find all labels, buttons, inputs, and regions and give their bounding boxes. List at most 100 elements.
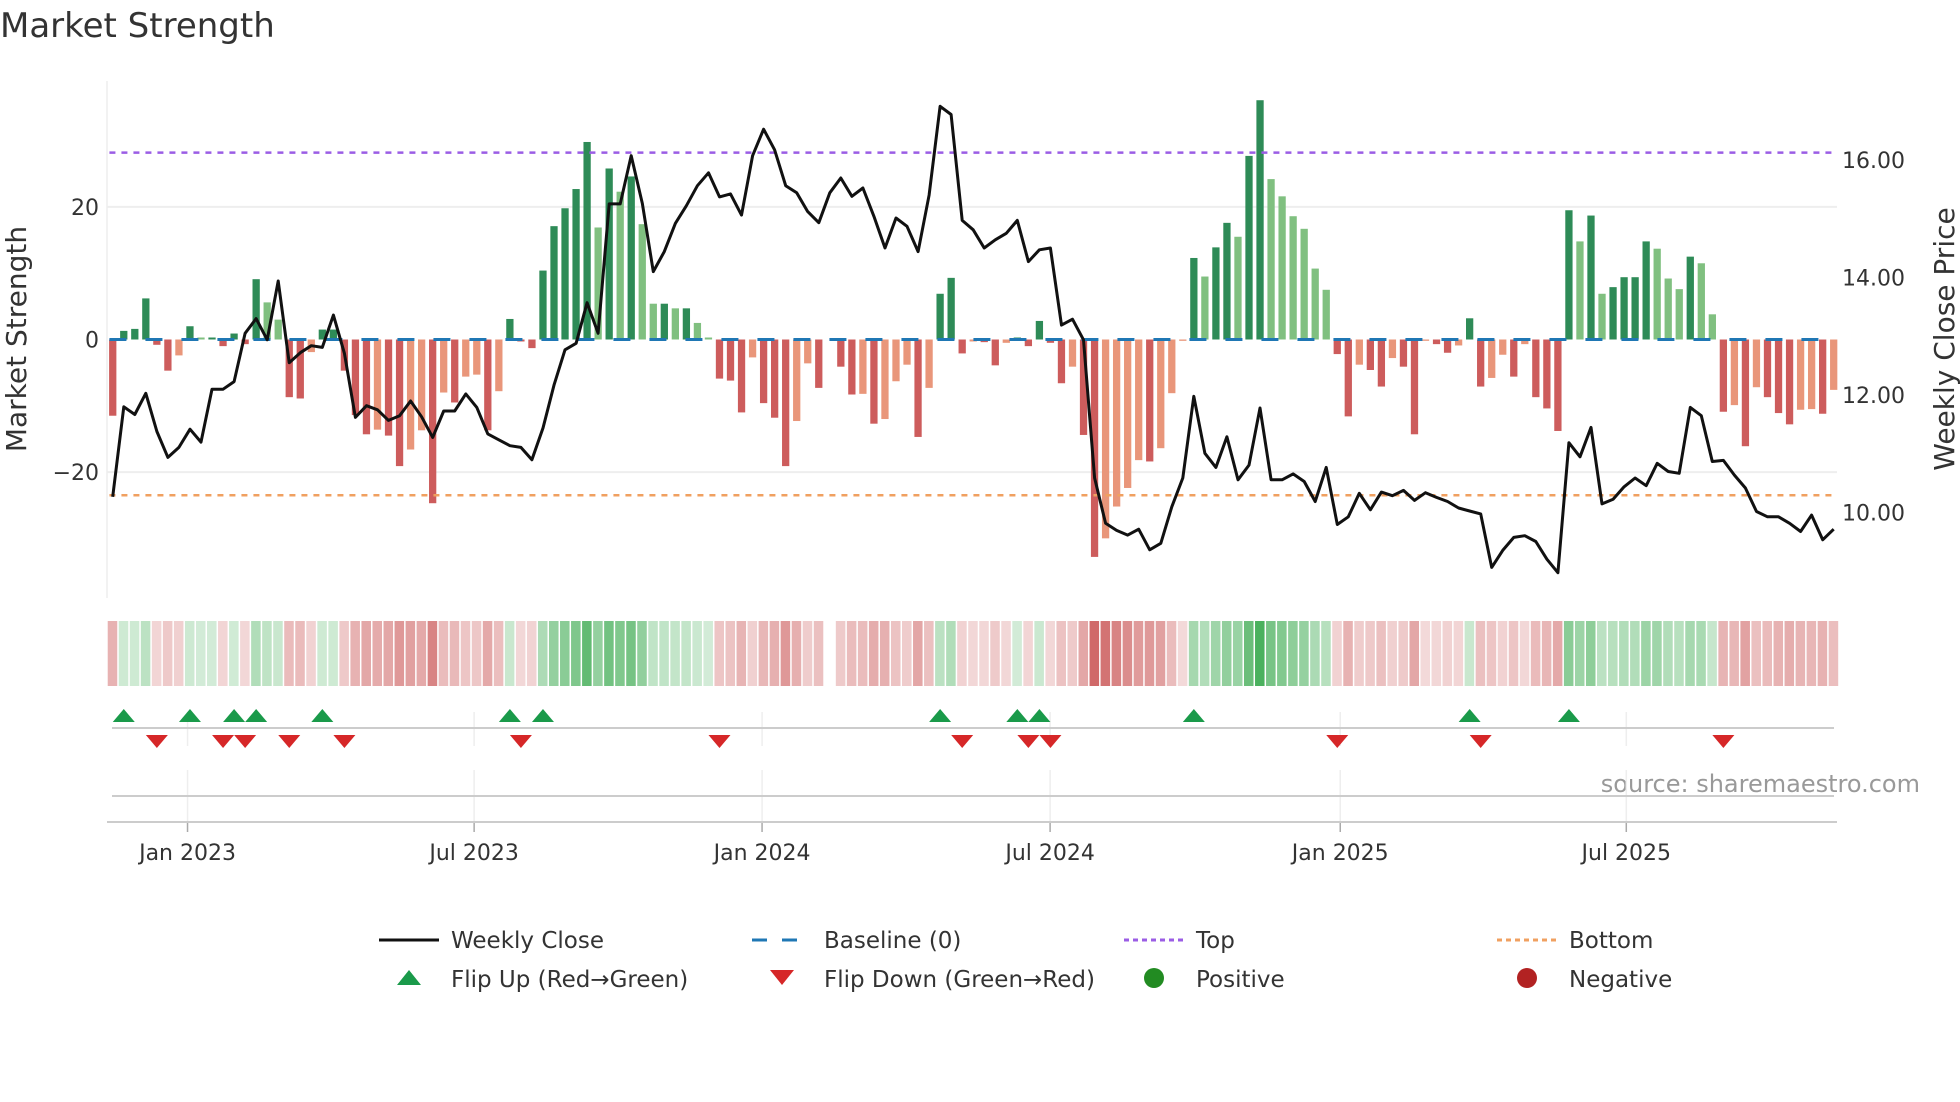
- flip-down-marker: [212, 735, 235, 748]
- strength-bar-negative: [1819, 339, 1827, 414]
- heat-cell-negative: [769, 621, 780, 686]
- heat-cell-negative: [1541, 621, 1552, 686]
- strength-bar-negative: [837, 339, 845, 367]
- strength-bar-negative: [782, 339, 790, 467]
- heat-cell-negative: [1740, 621, 1750, 686]
- heat-cell-negative: [1475, 621, 1486, 686]
- strength-bar-positive: [1686, 256, 1694, 340]
- flip-down-marker: [509, 735, 532, 748]
- strength-bar-positive: [660, 303, 668, 340]
- strength-bar-negative: [473, 339, 481, 375]
- heat-cell-positive: [1619, 621, 1629, 686]
- flip-down-marker: [278, 735, 301, 748]
- heat-cell-positive: [548, 621, 559, 686]
- heat-cell-positive: [1641, 621, 1651, 686]
- heat-cell-negative: [1343, 621, 1353, 686]
- x-tick-label: Jan 2023: [137, 841, 236, 866]
- heat-cell-negative: [460, 621, 471, 686]
- heat-cell-positive: [1310, 621, 1320, 686]
- heat-cell-positive: [251, 621, 261, 686]
- strength-bar-positive: [142, 298, 150, 340]
- heat-cell-positive: [262, 621, 272, 686]
- strength-bar-negative: [1477, 339, 1485, 387]
- strength-bar-positive: [506, 318, 514, 340]
- strength-bar-negative: [362, 339, 371, 435]
- heat-cell-negative: [1828, 621, 1839, 686]
- heat-cell-negative: [1784, 621, 1795, 686]
- strength-bar-negative: [1157, 339, 1165, 449]
- heat-cell-negative: [924, 621, 934, 686]
- strength-bar-positive: [1300, 228, 1308, 340]
- heat-cell-negative: [902, 621, 912, 686]
- flip-up-marker: [1458, 709, 1481, 722]
- heat-cell-positive: [273, 621, 283, 686]
- heat-cell-negative: [1089, 621, 1100, 686]
- strength-bar-positive: [693, 322, 702, 340]
- strength-bar-positive: [1576, 241, 1584, 340]
- heat-cell-negative: [438, 621, 449, 686]
- strength-bar-positive: [1587, 215, 1595, 340]
- heat-cell-negative: [240, 621, 250, 686]
- legend-label: Baseline (0): [824, 928, 961, 954]
- heat-cell-negative: [1420, 621, 1431, 686]
- strength-bar-negative: [1488, 339, 1496, 378]
- strength-bar-negative: [793, 339, 801, 422]
- heat-cell-positive: [1585, 621, 1596, 686]
- strength-bar-negative: [1366, 339, 1374, 370]
- heat-cell-negative: [1354, 621, 1364, 686]
- heat-cell-negative: [1387, 621, 1397, 686]
- heat-cell-positive: [1696, 621, 1706, 686]
- strength-bar-negative: [1399, 339, 1408, 367]
- heat-cell-negative: [284, 621, 294, 686]
- heat-cell-positive: [1674, 621, 1684, 686]
- heat-cell-negative: [1177, 621, 1188, 686]
- heat-cell-positive: [1266, 621, 1276, 686]
- heat-cell-negative: [1100, 621, 1111, 686]
- flip-down-marker: [1469, 735, 1492, 748]
- strength-bar-negative: [848, 339, 856, 395]
- heat-cell-positive: [560, 621, 570, 686]
- heat-cell-positive: [1255, 621, 1265, 686]
- strength-bar-negative: [1554, 339, 1562, 431]
- flip-up-marker: [1557, 709, 1580, 722]
- heat-cell-positive: [692, 621, 702, 686]
- strength-bar-positive: [1234, 236, 1242, 340]
- strength-bar-positive: [1256, 100, 1264, 340]
- strength-bar-negative: [451, 339, 459, 403]
- strength-bar-negative: [1796, 339, 1805, 410]
- strength-bar-positive: [627, 176, 635, 340]
- strength-bar-positive: [1708, 314, 1716, 340]
- strength-bar-positive: [638, 224, 646, 340]
- heat-cell-negative: [515, 621, 526, 686]
- strength-bar-positive: [1278, 196, 1286, 340]
- strength-bar-positive: [208, 337, 216, 340]
- heat-cell-negative: [813, 621, 824, 686]
- strength-bar-negative: [1532, 339, 1540, 398]
- strength-bar-positive: [605, 168, 613, 340]
- strength-bar-positive: [936, 293, 944, 340]
- strength-bar-negative: [1510, 339, 1518, 377]
- heat-cell-negative: [1001, 621, 1011, 686]
- strength-bar-negative: [1719, 339, 1728, 412]
- strength-bar-positive: [252, 279, 260, 340]
- heat-cell-negative: [1442, 621, 1453, 686]
- strength-bar-negative: [1057, 339, 1066, 384]
- strength-bar-negative: [815, 339, 823, 388]
- heat-cell-positive: [537, 621, 548, 686]
- flip-up-marker: [112, 709, 135, 722]
- strength-bar-negative: [1432, 339, 1441, 345]
- flip-up-marker: [1182, 709, 1205, 722]
- heat-cell-negative: [879, 621, 890, 686]
- heat-cell-negative: [714, 621, 724, 686]
- heat-cell-positive: [1199, 621, 1210, 686]
- strength-bar-negative: [771, 339, 779, 418]
- heat-cell-positive: [1210, 621, 1221, 686]
- strength-bar-negative: [1377, 339, 1386, 387]
- heat-cell-negative: [1530, 621, 1541, 686]
- strength-bar-positive: [1190, 257, 1198, 340]
- flip-down-marker: [145, 735, 168, 748]
- x-tick-label: Jul 2025: [1580, 841, 1672, 866]
- heat-cell-positive: [1608, 621, 1618, 686]
- legend-label: Bottom: [1569, 928, 1653, 954]
- heat-cell-negative: [482, 621, 493, 686]
